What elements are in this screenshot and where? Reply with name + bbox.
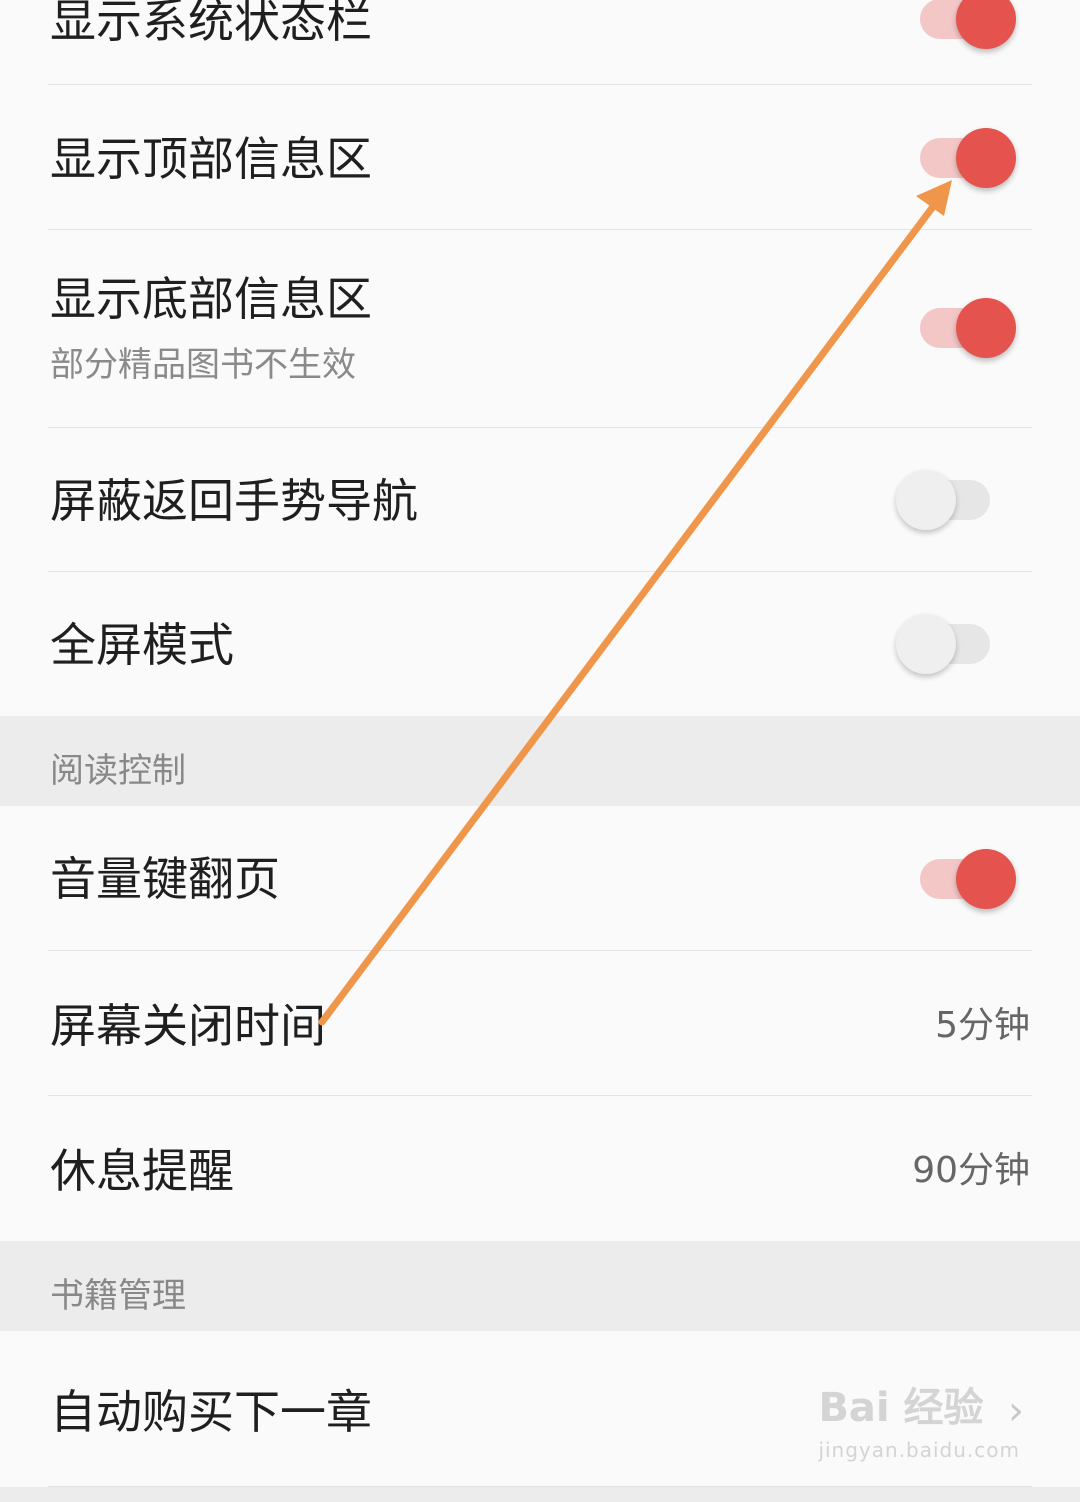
setting-subtitle: 部分精品图书不生效 [50,345,356,385]
toggle-fullscreen-mode[interactable] [896,614,996,674]
setting-title: 显示底部信息区 [50,272,372,326]
setting-title: 显示顶部信息区 [50,132,372,186]
baidu-watermark: Bai 经验 jingyan.baidu.com [818,1388,1020,1460]
divider [48,84,1032,85]
toggle-block-back-gesture[interactable] [896,470,996,530]
setting-title: 全屏模式 [50,618,234,672]
watermark-main: Bai 经验 [818,1385,984,1431]
setting-row-volume-key-page-turn[interactable]: 音量键翻页 [0,806,1080,951]
setting-row-screen-off-time[interactable]: 屏幕关闭时间 5分钟 [0,951,1080,1096]
watermark-sub: jingyan.baidu.com [818,1438,1020,1462]
setting-row-rest-reminder[interactable]: 休息提醒 90分钟 [0,1096,1080,1241]
toggle-top-info-area[interactable] [920,128,1020,188]
setting-row-fullscreen-mode[interactable]: 全屏模式 [0,572,1080,716]
setting-row-top-info-area[interactable]: 显示顶部信息区 [0,86,1080,230]
toggle-volume-key-page-turn[interactable] [920,849,1020,909]
setting-title: 自动购买下一章 [50,1385,372,1439]
setting-row-system-status-bar[interactable]: 显示系统状态栏 [0,0,1080,85]
setting-title: 音量键翻页 [50,852,280,906]
toggle-bottom-info-area[interactable] [920,298,1020,358]
setting-title: 屏幕关闭时间 [50,999,326,1053]
section-bottom-strip [0,1487,1080,1502]
setting-title: 屏蔽返回手势导航 [50,474,418,528]
setting-row-bottom-info-area[interactable]: 显示底部信息区 部分精品图书不生效 [0,230,1080,428]
setting-title: 休息提醒 [50,1144,234,1198]
toggle-system-status-bar[interactable] [920,0,1020,49]
setting-value: 90分钟 [912,1150,1030,1191]
section-header-book-management: 书籍管理 [0,1241,1080,1331]
setting-value: 5分钟 [935,1005,1030,1046]
setting-title: 显示系统状态栏 [50,0,372,48]
setting-row-block-back-gesture[interactable]: 屏蔽返回手势导航 [0,428,1080,572]
section-label: 阅读控制 [50,751,186,791]
section-header-reading-control: 阅读控制 [0,716,1080,806]
section-label: 书籍管理 [50,1276,186,1316]
